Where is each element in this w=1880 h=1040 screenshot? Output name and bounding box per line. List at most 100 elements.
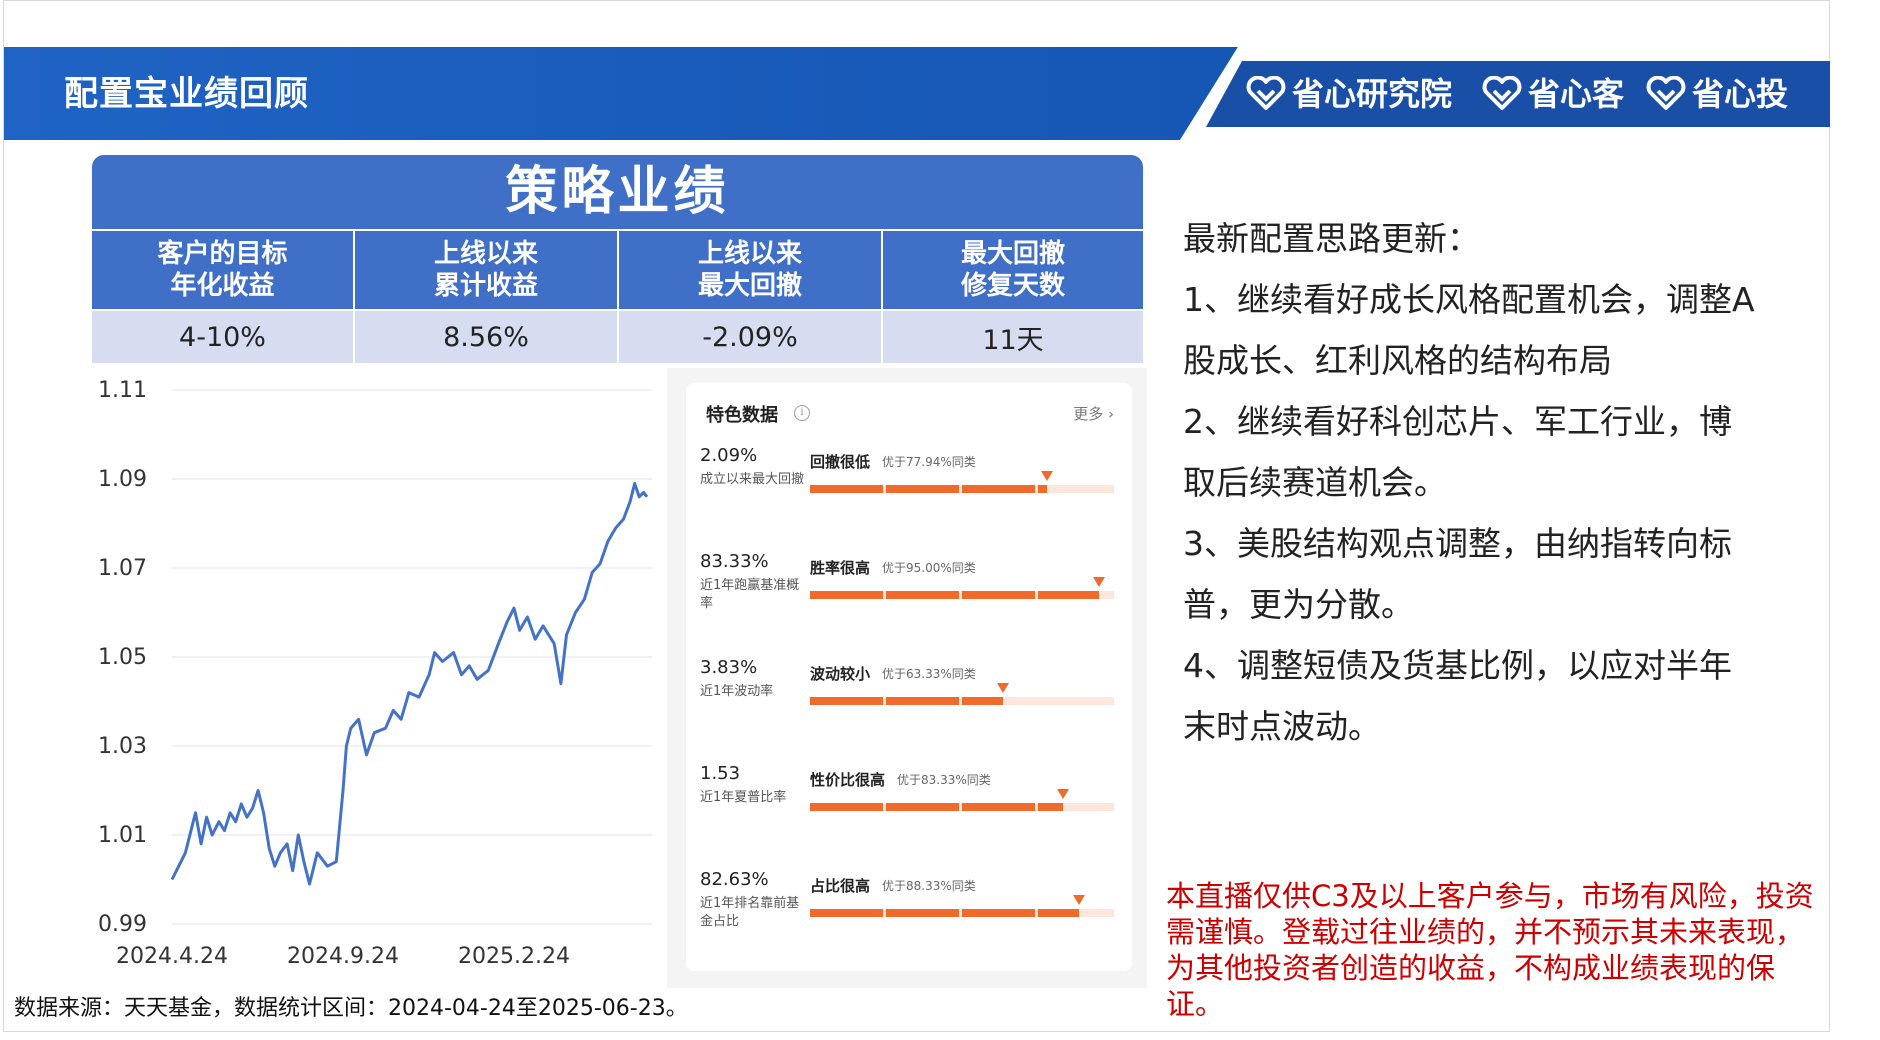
brand-shengxin-research: 省心研究院 xyxy=(1246,72,1452,116)
percentile-bar-fill xyxy=(962,485,1035,493)
percentile-bar-fill xyxy=(886,591,959,599)
strategy-header-row: 客户的目标 年化收益 上线以来 累计收益 上线以来 最大回撤 最大回撤 修复天数 xyxy=(92,231,1143,309)
brand-shengxin-ke: 省心客 xyxy=(1482,72,1624,116)
column-header: 客户的目标 年化收益 xyxy=(92,231,355,309)
percentile-marker-icon xyxy=(996,683,1009,693)
feature-tag: 波动较小 xyxy=(810,665,871,683)
feature-tag: 胜率很高 xyxy=(810,559,871,577)
y-tick-label: 1.09 xyxy=(98,467,147,492)
strategy-performance-table: 策略业绩 客户的目标 年化收益 上线以来 累计收益 上线以来 最大回撤 最大回撤… xyxy=(92,155,1143,365)
x-tick-label: 2024.9.24 xyxy=(287,944,399,969)
percentile-bar-fill xyxy=(962,803,1035,811)
percentile-bar xyxy=(810,697,1114,705)
column-header: 上线以来 最大回撤 xyxy=(619,231,883,309)
brand-shengxin-tou: 省心投 xyxy=(1646,72,1788,116)
percentile-marker-icon xyxy=(1072,895,1085,905)
feature-label: 近1年跑赢基准概率 xyxy=(700,578,800,611)
percentile-bar xyxy=(810,485,1114,493)
info-icon[interactable]: i xyxy=(794,405,810,421)
feature-value: 3.83% xyxy=(700,657,758,678)
notes-line: 股成长、红利风格的结构布局 xyxy=(1183,341,1612,380)
percentile-bar-fill xyxy=(886,697,959,705)
notes-line: 2、继续看好科创芯片、军工行业，博 xyxy=(1183,402,1732,441)
feature-title: 特色数据 xyxy=(706,405,778,426)
percentile-bar-fill xyxy=(1038,803,1064,811)
y-tick-label: 1.11 xyxy=(98,378,147,403)
heart-logo-icon xyxy=(1246,76,1286,110)
percentile-marker-icon xyxy=(1040,471,1053,481)
percentile-bar xyxy=(810,591,1114,599)
feature-item: 3.83% 近1年波动率 波动较小 优于63.33%同类 xyxy=(686,657,1132,757)
column-header: 最大回撤 修复天数 xyxy=(883,231,1143,309)
column-header: 上线以来 累计收益 xyxy=(355,231,619,309)
feature-item: 82.63% 近1年排名靠前基金占比 占比很高 优于88.33%同类 xyxy=(686,869,1132,969)
percentile-bar xyxy=(810,803,1114,811)
percentile-bar-fill xyxy=(810,697,883,705)
risk-disclaimer: 本直播仅供C3及以上客户参与，市场有风险，投资需谨慎。登载过往业绩的，并不预示其… xyxy=(1166,879,1814,1021)
y-tick-label: 1.01 xyxy=(98,823,147,848)
feature-compare: 优于95.00%同类 xyxy=(882,561,976,575)
feature-label: 成立以来最大回撤 xyxy=(700,472,805,487)
feature-tag: 回撤很低 xyxy=(810,453,871,471)
recovery-days-value: 11天 xyxy=(883,311,1143,363)
percentile-bar-fill xyxy=(810,591,883,599)
feature-item: 2.09% 成立以来最大回撤 回撤很低 优于77.94%同类 xyxy=(686,445,1132,545)
brand-label: 省心投 xyxy=(1692,75,1789,113)
heart-logo-icon xyxy=(1482,76,1522,110)
feature-compare: 优于63.33%同类 xyxy=(882,667,976,681)
strategy-value-row: 4-10% 8.56% -2.09% 11天 xyxy=(92,311,1143,363)
y-tick-label: 1.07 xyxy=(98,556,147,581)
y-tick-label: 1.05 xyxy=(98,645,147,670)
feature-compare: 优于83.33%同类 xyxy=(897,773,991,787)
feature-tag: 占比很高 xyxy=(810,877,871,895)
nav-line-chart: 1.11 1.09 1.07 1.05 1.03 1.01 0.99 2024.4.24 20… xyxy=(92,370,662,980)
percentile-marker-icon xyxy=(1092,577,1105,587)
percentile-bar-fill xyxy=(810,803,883,811)
percentile-bar-fill xyxy=(1038,591,1099,599)
feature-value: 1.53 xyxy=(700,763,741,784)
y-tick-label: 1.03 xyxy=(98,734,147,759)
feature-label: 近1年夏普比率 xyxy=(700,790,787,805)
feature-item: 1.53 近1年夏普比率 性价比很高 优于83.33%同类 xyxy=(686,763,1132,863)
brand-label: 省心客 xyxy=(1528,75,1625,113)
feature-tag: 性价比很高 xyxy=(810,771,886,789)
notes-line: 末时点波动。 xyxy=(1183,707,1381,746)
percentile-bar-fill xyxy=(886,485,959,493)
percentile-bar-fill xyxy=(962,697,1003,705)
feature-label: 近1年排名靠前基金占比 xyxy=(700,896,800,929)
percentile-marker-icon xyxy=(1057,789,1070,799)
heart-logo-icon xyxy=(1646,76,1686,110)
percentile-bar-fill xyxy=(810,485,883,493)
percentile-bar-fill xyxy=(962,909,1035,917)
y-tick-label: 0.99 xyxy=(98,912,147,937)
strategy-title: 策略业绩 xyxy=(92,155,1143,229)
nav-series-line xyxy=(170,482,649,886)
max-drawdown-value: -2.09% xyxy=(619,311,883,363)
percentile-bar-fill xyxy=(886,909,959,917)
notes-line: 3、美股结构观点调整，由纳指转向标 xyxy=(1183,524,1732,563)
feature-compare: 优于77.94%同类 xyxy=(882,455,976,469)
target-return-value: 4-10% xyxy=(92,311,355,363)
percentile-bar-fill xyxy=(962,591,1035,599)
more-link[interactable]: 更多 › xyxy=(1073,403,1114,424)
notes-line: 取后续赛道机会。 xyxy=(1183,463,1447,502)
feature-compare: 优于88.33%同类 xyxy=(882,879,976,893)
nav-line-chart-svg: 1.11 1.09 1.07 1.05 1.03 1.01 0.99 2024.4.24 20… xyxy=(98,378,652,969)
allocation-notes: 最新配置思路更新： 1、继续看好成长风格配置机会，调整A 股成长、红利风格的结构… xyxy=(1183,208,1803,757)
feature-value: 2.09% xyxy=(700,445,758,466)
notes-line: 4、调整短债及货基比例，以应对半年 xyxy=(1183,646,1732,685)
percentile-bar-fill xyxy=(1038,485,1047,493)
x-tick-label: 2024.4.24 xyxy=(116,944,228,969)
notes-line: 1、继续看好成长风格配置机会，调整A xyxy=(1183,280,1755,319)
feature-label: 近1年波动率 xyxy=(700,684,774,699)
feature-value: 82.63% xyxy=(700,869,769,890)
cumulative-return-value: 8.56% xyxy=(355,311,619,363)
feature-item: 83.33% 近1年跑赢基准概率 胜率很高 优于95.00%同类 xyxy=(686,551,1132,651)
percentile-bar-fill xyxy=(1038,909,1079,917)
feature-data-card: 特色数据 i 更多 › 2.09% 成立以来最大回撤 回撤很低 优于77.94%同类 8… xyxy=(686,383,1132,971)
percentile-bar-fill xyxy=(886,803,959,811)
brand-label: 省心研究院 xyxy=(1292,75,1453,113)
feature-value: 83.33% xyxy=(700,551,769,572)
notes-line: 普，更为分散。 xyxy=(1183,585,1414,624)
percentile-bar-fill xyxy=(810,909,883,917)
